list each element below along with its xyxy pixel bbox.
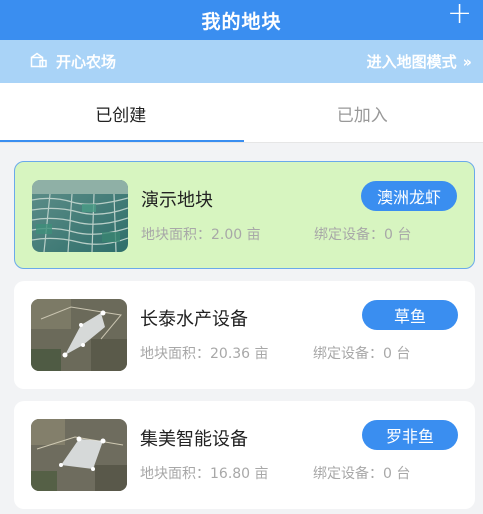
plot-devices: 绑定设备：0 台 — [314, 227, 412, 243]
plot-thumbnail — [31, 419, 127, 491]
tab-bar: 已创建 已加入 — [0, 83, 483, 143]
farm-bar: 开心农场 进入地图模式 ›› — [0, 40, 483, 83]
tab-joined[interactable]: 已加入 — [242, 83, 483, 143]
plot-devices: 绑定设备：0 台 — [313, 346, 411, 362]
map-mode-label: 进入地图模式 — [366, 53, 457, 71]
farm-name: 开心农场 — [56, 53, 117, 71]
farm-icon — [30, 52, 48, 72]
plot-card[interactable]: 集美智能设备 地块面积：16.80 亩 绑定设备：0 台 罗非鱼 — [14, 401, 475, 509]
plot-card[interactable]: 长泰水产设备 地块面积：20.36 亩 绑定设备：0 台 草鱼 — [14, 281, 475, 389]
plot-devices: 绑定设备：0 台 — [313, 466, 411, 482]
species-tag: 草鱼 — [362, 300, 458, 330]
plot-area: 地块面积：2.00 亩 — [141, 227, 261, 243]
plot-card[interactable]: 演示地块 地块面积：2.00 亩 绑定设备：0 台 澳洲龙虾 — [14, 161, 475, 269]
plot-area: 地块面积：16.80 亩 — [140, 466, 269, 482]
plus-icon[interactable]: + — [447, 0, 472, 29]
map-mode-button[interactable]: 进入地图模式 ›› — [366, 51, 473, 72]
plot-name: 长泰水产设备 — [140, 309, 248, 330]
plot-thumbnail — [31, 299, 127, 371]
double-chevron-right-icon: ›› — [462, 52, 473, 71]
tab-label: 已加入 — [336, 105, 388, 126]
plot-area: 地块面积：20.36 亩 — [140, 346, 269, 362]
app-header: 我的地块 + — [0, 0, 483, 40]
tab-created[interactable]: 已创建 — [0, 83, 243, 143]
plot-thumbnail — [32, 180, 128, 252]
plot-name: 演示地块 — [141, 190, 213, 211]
tab-label: 已创建 — [95, 105, 147, 126]
species-tag: 澳洲龙虾 — [361, 181, 457, 211]
page-title: 我的地块 — [201, 10, 282, 33]
plot-name: 集美智能设备 — [140, 429, 248, 450]
farm-selector[interactable]: 开心农场 — [30, 51, 116, 72]
species-tag: 罗非鱼 — [362, 420, 458, 450]
divider — [0, 142, 483, 143]
